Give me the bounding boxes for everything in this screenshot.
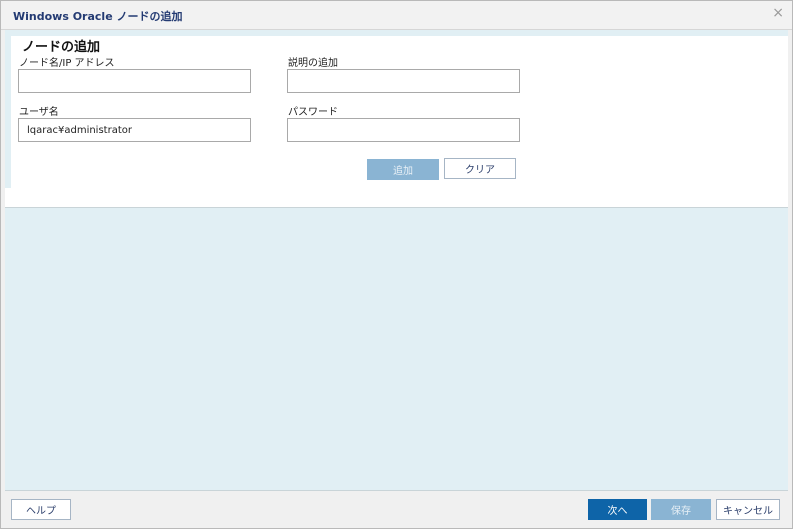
- panel-left-edge: [5, 36, 11, 188]
- dialog-title: Windows Oracle ノードの追加: [13, 10, 183, 23]
- cancel-button[interactable]: キャンセル: [716, 499, 780, 520]
- add-node-form-panel: ノードの追加 ノード名/IP アドレス 説明の追加 ユーザ名 パスワード 追加 …: [5, 36, 788, 208]
- password-label: パスワード: [288, 107, 338, 118]
- clear-button[interactable]: クリア: [444, 158, 516, 179]
- dialog-footer: ヘルプ 次へ 保存 キャンセル: [1, 491, 792, 528]
- section-title: ノードの追加: [22, 40, 101, 55]
- add-node-dialog: Windows Oracle ノードの追加 × ノードの追加 ノード名/IP ア…: [0, 0, 793, 529]
- add-button[interactable]: 追加: [367, 159, 439, 180]
- node-name-label: ノード名/IP アドレス: [19, 58, 115, 69]
- password-input[interactable]: [287, 118, 520, 142]
- username-input[interactable]: [18, 118, 251, 142]
- node-list-area: [5, 208, 788, 491]
- next-button[interactable]: 次へ: [588, 499, 647, 520]
- help-button[interactable]: ヘルプ: [11, 499, 71, 520]
- username-label: ユーザ名: [19, 107, 59, 118]
- description-input[interactable]: [287, 69, 520, 93]
- node-name-input[interactable]: [18, 69, 251, 93]
- save-button[interactable]: 保存: [651, 499, 711, 520]
- close-icon[interactable]: ×: [772, 5, 784, 21]
- description-label: 説明の追加: [288, 58, 338, 69]
- dialog-titlebar: Windows Oracle ノードの追加 ×: [1, 1, 792, 30]
